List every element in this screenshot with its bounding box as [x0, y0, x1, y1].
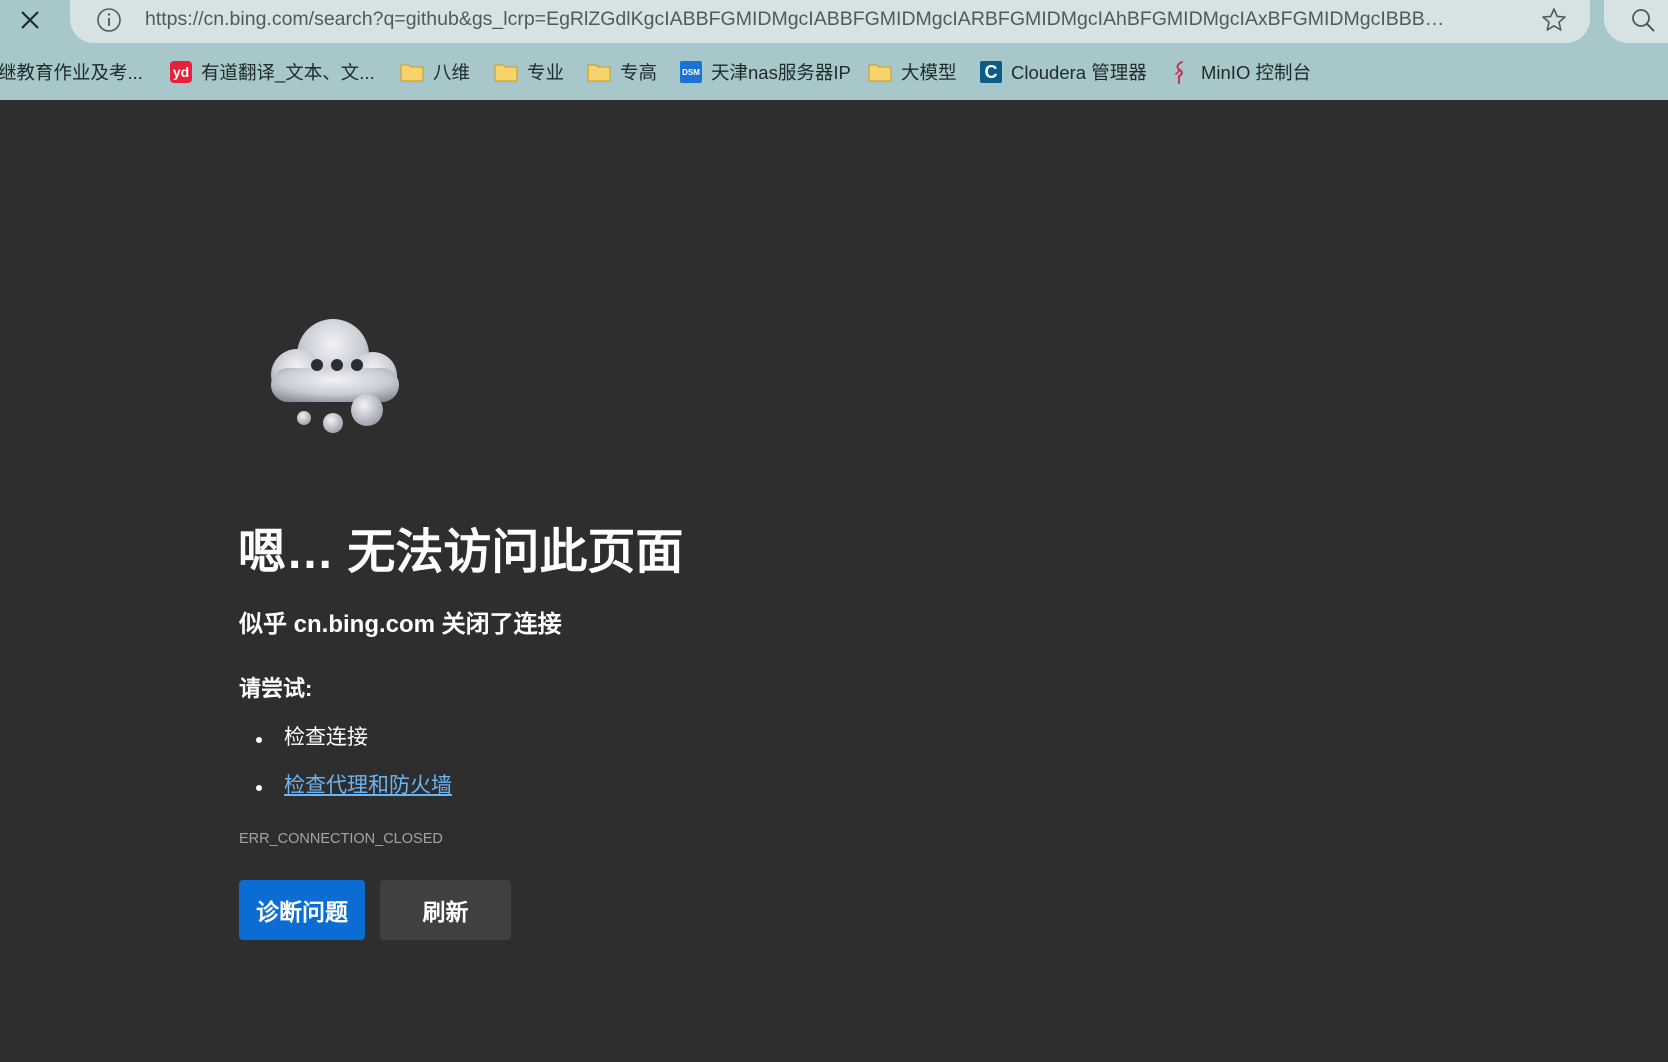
suggestion-list: 检查连接 检查代理和防火墙 — [239, 718, 452, 814]
bookmark-folder-bawei[interactable]: 八维 — [400, 52, 470, 92]
search-button[interactable] — [1604, 0, 1668, 43]
favorite-star-icon[interactable] — [1540, 6, 1568, 34]
bookmark-folder-zhuangao[interactable]: 专高 — [587, 52, 657, 92]
cloudera-icon: C — [980, 61, 1002, 83]
bookmark-label: 专高 — [620, 62, 658, 83]
bookmark-item-minio[interactable]: MinIO 控制台 — [1168, 52, 1311, 92]
bookmark-label: 八维 — [433, 62, 471, 83]
youdao-icon: yd — [170, 61, 192, 83]
bookmark-folder-zhuanye[interactable]: 专业 — [494, 52, 564, 92]
error-title: 嗯… 无法访问此页面 — [238, 526, 684, 579]
close-icon — [21, 11, 39, 29]
suggestion-item: 检查连接 — [239, 718, 452, 766]
bookmarks-bar: 继教育作业及考... yd 有道翻译_文本、文... 八维 专业 专高 DSM — [0, 52, 1668, 92]
bookmark-item-youdao[interactable]: yd 有道翻译_文本、文... — [170, 52, 375, 92]
bookmark-item[interactable]: 继教育作业及考... — [0, 52, 143, 92]
check-connection-text: 检查连接 — [284, 726, 368, 749]
bookmark-label: 继教育作业及考... — [0, 62, 143, 83]
folder-icon — [868, 60, 892, 84]
info-icon[interactable] — [96, 7, 122, 33]
bookmark-item-nas[interactable]: DSM 天津nas服务器IP — [680, 52, 851, 92]
refresh-button[interactable]: 刷新 — [380, 880, 511, 940]
bookmark-label: 天津nas服务器IP — [711, 62, 851, 83]
cloud-error-icon — [271, 319, 399, 433]
minio-icon — [1168, 60, 1192, 84]
folder-icon — [494, 60, 518, 84]
bookmark-label: MinIO 控制台 — [1201, 62, 1311, 83]
bookmark-label: 有道翻译_文本、文... — [201, 62, 375, 83]
bookmark-folder-damoxing[interactable]: 大模型 — [868, 52, 957, 92]
stop-loading-button[interactable] — [12, 2, 48, 38]
bookmark-item-cloudera[interactable]: C Cloudera 管理器 — [980, 52, 1147, 92]
synology-dsm-icon: DSM — [680, 61, 702, 83]
search-icon — [1632, 9, 1655, 32]
folder-icon — [400, 60, 424, 84]
check-proxy-firewall-link[interactable]: 检查代理和防火墙 — [284, 774, 452, 797]
diagnose-button[interactable]: 诊断问题 — [239, 880, 365, 940]
try-label: 请尝试: — [239, 676, 313, 701]
bookmark-label: Cloudera 管理器 — [1011, 62, 1147, 83]
address-bar[interactable]: https://cn.bing.com/search?q=github&gs_l… — [70, 0, 1590, 43]
browser-toolbar: https://cn.bing.com/search?q=github&gs_l… — [0, 0, 1668, 100]
suggestion-item: 检查代理和防火墙 — [239, 766, 452, 814]
folder-icon — [587, 60, 611, 84]
url-text[interactable]: https://cn.bing.com/search?q=github&gs_l… — [145, 0, 1445, 40]
error-subtitle: 似乎 cn.bing.com 关闭了连接 — [239, 611, 562, 638]
bookmark-label: 专业 — [527, 62, 565, 83]
bookmark-label: 大模型 — [901, 62, 957, 83]
error-code: ERR_CONNECTION_CLOSED — [239, 831, 443, 847]
